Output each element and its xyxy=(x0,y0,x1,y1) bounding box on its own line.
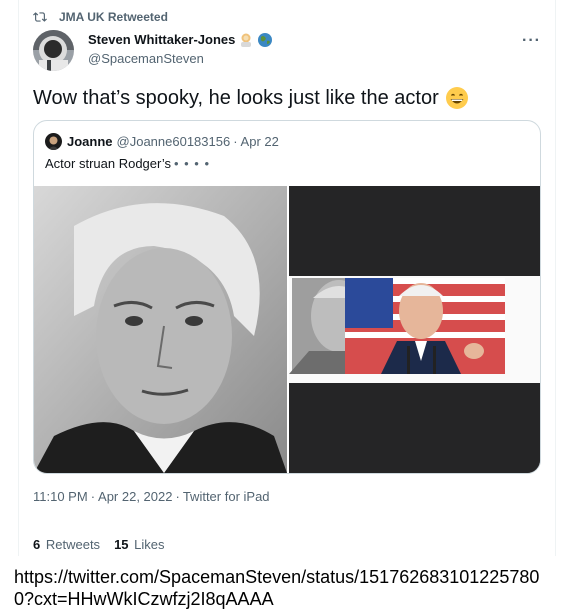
quote-date: Apr 22 xyxy=(240,134,279,149)
timestamp-separator-2: · xyxy=(175,489,180,504)
author-name: Steven Whittaker-Jones xyxy=(88,32,236,47)
tweet-source: Twitter for iPad xyxy=(182,489,270,504)
quote-author-name: Joanne xyxy=(67,134,113,149)
source-url-caption: https://twitter.com/SpacemanSteven/statu… xyxy=(14,567,540,609)
quote-media xyxy=(34,186,540,473)
timestamp-separator-1: · xyxy=(90,489,96,504)
tweet-timestamp[interactable]: 11:10 PM · Apr 22, 2022 · Twitter for iPad xyxy=(33,489,270,504)
quote-author-handle: @Joanne60183156 xyxy=(116,134,231,149)
author-avatar[interactable] xyxy=(33,30,74,71)
retweet-icon xyxy=(33,12,47,22)
likes-label: Likes xyxy=(134,537,165,552)
author-name-row[interactable]: Steven Whittaker-Jones xyxy=(88,31,273,48)
likes-count: 15 xyxy=(114,537,129,552)
globe-emoji-icon xyxy=(257,32,273,48)
quote-trailing-dots: • • • • xyxy=(173,156,211,171)
tweet-card: JMA UK Retweeted Steven Whittaker-Jones … xyxy=(18,0,556,556)
tweet-time: 11:10 PM xyxy=(33,489,88,504)
retweets-label: Retweets xyxy=(45,537,101,552)
retweet-context[interactable]: JMA UK Retweeted xyxy=(33,9,168,25)
quote-avatar xyxy=(45,133,62,150)
retweet-label: JMA UK Retweeted xyxy=(59,10,168,24)
more-icon[interactable]: ··· xyxy=(522,32,541,50)
quoted-tweet[interactable]: Joanne @Joanne60183156 · Apr 22 Actor st… xyxy=(33,120,541,474)
retweets-stat[interactable]: 6 Retweets xyxy=(33,537,100,552)
quote-text: Actor struan Rodger’s xyxy=(45,156,171,171)
author-handle[interactable]: @SpacemanSteven xyxy=(88,51,273,66)
tweet-text: Wow that’s spooky, he looks just like th… xyxy=(33,87,439,109)
quote-header: Joanne @Joanne60183156 · Apr 22 xyxy=(45,133,279,150)
grin-emoji-icon xyxy=(445,86,469,110)
author-block: Steven Whittaker-Jones @SpacemanSteven xyxy=(88,31,273,66)
tweet-date: Apr 22, 2022 xyxy=(98,489,173,504)
astronaut-emoji-icon xyxy=(238,32,254,48)
photo-right[interactable] xyxy=(289,186,540,473)
quote-text-row: Actor struan Rodger’s • • • • xyxy=(45,156,210,171)
retweets-count: 6 xyxy=(33,537,41,552)
photo-left[interactable] xyxy=(34,186,287,473)
tweet-stats: 6 Retweets 15 Likes xyxy=(33,537,179,552)
tweet-text-row: Wow that’s spooky, he looks just like th… xyxy=(33,85,469,111)
likes-stat[interactable]: 15 Likes xyxy=(114,537,164,552)
quote-separator: · xyxy=(233,134,238,149)
